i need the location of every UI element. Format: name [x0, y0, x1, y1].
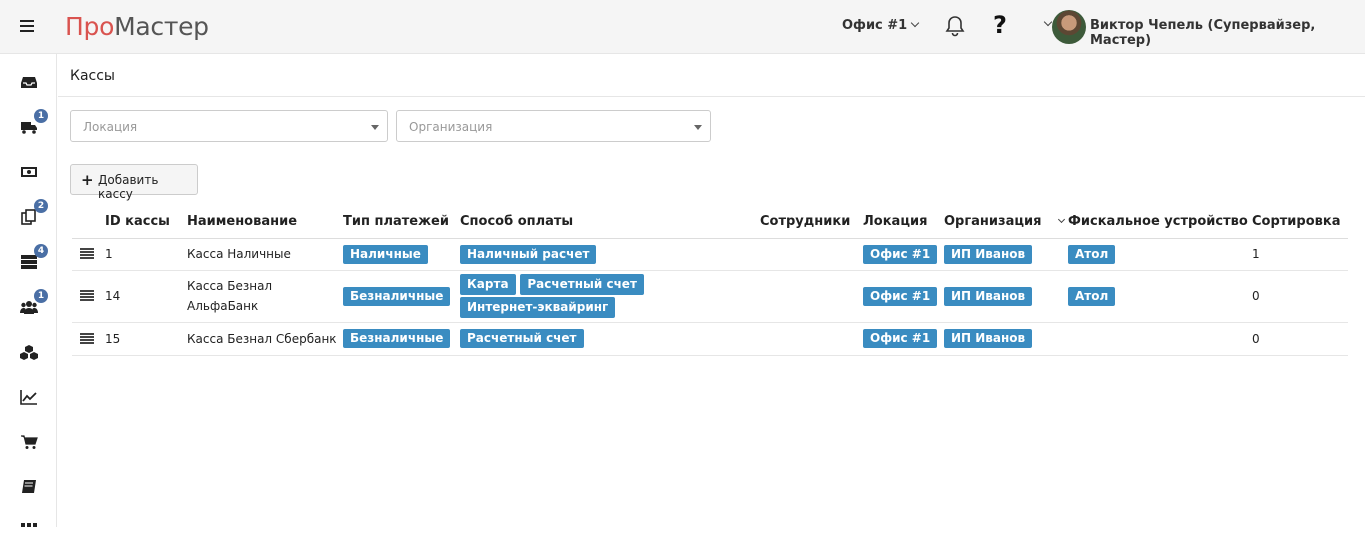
col-id[interactable]: ID кассы: [105, 205, 187, 239]
col-payment-type[interactable]: Тип платежей: [343, 205, 460, 239]
sidebar-item-cash[interactable]: [20, 164, 38, 180]
tag-payment-method: Расчетный счет: [520, 274, 644, 295]
table-row[interactable]: 15 Касса Безнал Сбербанк Безналичные Рас…: [72, 322, 1348, 356]
col-fiscal-device[interactable]: Фискальное устройство: [1068, 205, 1252, 239]
user-name[interactable]: Виктор Чепель (Супервайзер, Мастер): [1090, 18, 1365, 48]
cashbox-table: ID кассы Наименование Тип платежей Спосо…: [72, 205, 1348, 356]
cell-name[interactable]: Касса Безнал АльфаБанк: [187, 270, 343, 323]
tag-fiscal-device: Атол: [1068, 286, 1116, 306]
cell-id: 1: [105, 238, 187, 271]
logo-part-master: Мастер: [114, 12, 209, 41]
office-selector[interactable]: Офис #1: [842, 18, 920, 33]
drag-handle-icon[interactable]: [80, 290, 94, 301]
table-header-row: ID кассы Наименование Тип платежей Спосо…: [72, 205, 1348, 239]
sitemap-icon: [21, 523, 37, 527]
badge: 4: [34, 244, 48, 258]
server-icon: [21, 255, 37, 269]
cell-fiscal-device: [1068, 322, 1252, 356]
page-header: Кассы: [58, 54, 1365, 97]
badge: 1: [34, 289, 48, 303]
sidebar: 1 2 4 1: [0, 54, 57, 527]
avatar[interactable]: [1052, 10, 1086, 44]
chart-icon: [20, 390, 37, 405]
cell-id: 15: [105, 322, 187, 356]
tag-location: Офис #1: [863, 329, 938, 348]
cart-icon: [21, 435, 38, 449]
col-sort[interactable]: Сортировка: [1252, 205, 1348, 239]
inbox-icon: [21, 77, 37, 88]
cell-name[interactable]: Касса Безнал Сбербанк: [187, 322, 343, 356]
caret-down-icon: [694, 125, 702, 130]
tag-location: Офис #1: [863, 244, 938, 264]
help-icon[interactable]: ?: [993, 11, 1007, 39]
menu-icon[interactable]: [20, 20, 34, 32]
truck-icon: [21, 122, 37, 134]
badge: 1: [34, 109, 48, 123]
add-cashbox-button[interactable]: + Добавить кассу: [70, 164, 198, 201]
sidebar-item-more[interactable]: [20, 520, 38, 536]
location-select[interactable]: Локация: [70, 110, 388, 142]
drag-handle-icon[interactable]: [80, 248, 94, 259]
col-organization[interactable]: Организация: [944, 205, 1068, 239]
col-employees[interactable]: Сотрудники: [760, 205, 863, 239]
sidebar-item-directory[interactable]: [20, 479, 38, 495]
sidebar-item-documents[interactable]: 2: [20, 199, 48, 225]
chevron-down-icon: [910, 18, 920, 28]
cell-sort: 0: [1252, 270, 1348, 323]
users-icon: [20, 301, 38, 314]
plus-icon: +: [81, 171, 94, 189]
sidebar-item-clients[interactable]: 1: [20, 289, 48, 315]
tag-payment-type: Безналичные: [343, 286, 451, 306]
table-row[interactable]: 1 Касса Наличные Наличные Наличный расче…: [72, 238, 1348, 271]
top-bar: ПроМастер Офис #1 ? Виктор Чепель (Супер…: [0, 0, 1365, 54]
organization-placeholder: Организация: [409, 120, 493, 134]
app-logo[interactable]: ПроМастер: [65, 12, 209, 41]
tag-fiscal-device: Атол: [1068, 244, 1116, 264]
cubes-icon: [20, 345, 38, 360]
money-icon: [21, 167, 37, 177]
drag-handle-icon[interactable]: [80, 332, 94, 344]
tag-organization: ИП Иванов: [944, 244, 1033, 264]
cell-employees: [760, 322, 863, 356]
sidebar-item-inbox[interactable]: [20, 74, 38, 90]
tag-payment-method: Интернет-эквайринг: [460, 297, 616, 318]
tag-location: Офис #1: [863, 286, 938, 306]
location-placeholder: Локация: [83, 120, 138, 134]
cell-sort: 1: [1252, 238, 1348, 271]
page-title: Кассы: [70, 68, 115, 84]
cell-name[interactable]: Касса Наличные: [187, 238, 343, 271]
book-icon: [22, 480, 36, 493]
tag-organization: ИП Иванов: [944, 329, 1033, 348]
tag-payment-type: Безналичные: [343, 329, 451, 348]
tag-payment-method: Расчетный счет: [460, 329, 584, 348]
cell-id: 14: [105, 270, 187, 323]
user-chevron-down-icon[interactable]: [1043, 17, 1053, 27]
col-organization-label: Организация: [944, 213, 1042, 229]
badge: 2: [34, 199, 48, 213]
table-row[interactable]: 14 Касса Безнал АльфаБанк Безналичные Ка…: [72, 270, 1348, 323]
tag-organization: ИП Иванов: [944, 286, 1033, 306]
copy-icon: [21, 209, 36, 225]
cell-employees: [760, 238, 863, 271]
sidebar-item-warehouse[interactable]: 4: [20, 244, 48, 270]
add-cashbox-label: Добавить кассу: [98, 173, 159, 201]
caret-down-icon: [371, 125, 379, 130]
office-label: Офис #1: [842, 18, 908, 33]
col-location[interactable]: Локация: [863, 205, 944, 239]
sidebar-item-delivery[interactable]: 1: [20, 109, 48, 135]
organization-select[interactable]: Организация: [396, 110, 711, 142]
sidebar-item-products[interactable]: [20, 344, 38, 360]
col-name[interactable]: Наименование: [187, 205, 343, 239]
sidebar-item-sales[interactable]: [20, 434, 38, 450]
tag-payment-type: Наличные: [343, 244, 428, 264]
cell-sort: 0: [1252, 322, 1348, 356]
logo-part-pro: Про: [65, 12, 115, 41]
tag-payment-method: Карта: [460, 274, 516, 295]
bell-icon[interactable]: [945, 15, 965, 37]
col-payment-method[interactable]: Способ оплаты: [460, 205, 760, 239]
chevron-down-icon[interactable]: [1058, 215, 1066, 223]
sidebar-item-analytics[interactable]: [20, 389, 38, 405]
col-drag: [72, 205, 105, 239]
tag-payment-method: Наличный расчет: [460, 244, 597, 264]
